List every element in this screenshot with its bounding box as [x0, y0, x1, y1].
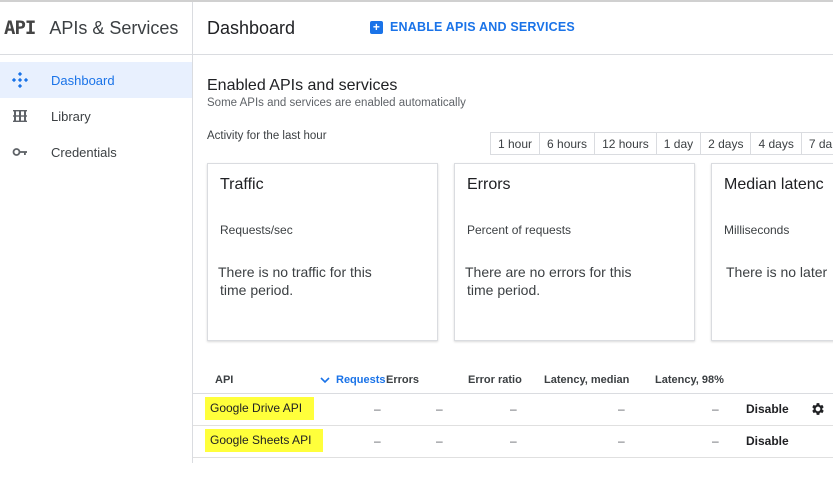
card-title: Traffic [220, 176, 264, 193]
card-title: Errors [467, 176, 511, 193]
table-row: Google Drive API – – – – – Disable [193, 394, 833, 426]
dashboard-icon [10, 72, 30, 88]
sidebar-item-library[interactable]: Library [0, 98, 192, 134]
latency-card: Median latenc Milliseconds There is no l… [711, 163, 833, 341]
disable-button[interactable]: Disable [746, 434, 789, 448]
brand-bar: API APIs & Services [0, 2, 192, 55]
api-name-link[interactable]: Google Sheets API [205, 429, 324, 452]
traffic-card: Traffic Requests/sec There is no traffic… [207, 163, 438, 341]
card-message-line: There is no later [726, 264, 828, 280]
card-message-line: time period. [467, 282, 541, 298]
column-header-label: Requests [336, 374, 386, 386]
table-row: Google Sheets API – – – – – Disable [193, 426, 833, 458]
time-range-12-hours[interactable]: 12 hours [595, 132, 657, 155]
latency-median-cell: – [618, 434, 625, 448]
card-subtitle: Milliseconds [724, 223, 790, 237]
requests-cell: – [374, 402, 381, 416]
time-range-1-hour[interactable]: 1 hour [490, 132, 541, 155]
card-message-line: There are no errors for this [465, 264, 632, 280]
time-range-4-days[interactable]: 4 days [751, 132, 802, 155]
sidebar-nav: Dashboard Library Credentials [0, 62, 192, 170]
bottom-margin [0, 463, 833, 481]
disable-button[interactable]: Disable [746, 402, 789, 416]
card-message-line: There is no traffic for this [218, 264, 372, 280]
api-logo: API [4, 17, 36, 39]
sidebar-item-label: Credentials [51, 144, 117, 160]
card-empty-message: There is no traffic for this time period… [218, 263, 418, 299]
sidebar-item-dashboard[interactable]: Dashboard [0, 62, 192, 98]
time-range-6-hours[interactable]: 6 hours [540, 132, 596, 155]
time-range-7-days[interactable]: 7 da [801, 132, 833, 155]
column-header-errors[interactable]: Errors [386, 374, 419, 386]
column-header-error-ratio[interactable]: Error ratio [468, 374, 522, 386]
card-subtitle: Requests/sec [220, 223, 293, 237]
api-name-link[interactable]: Google Drive API [205, 397, 315, 420]
card-subtitle: Percent of requests [467, 223, 572, 237]
sort-down-icon [320, 377, 330, 384]
errors-cell: – [436, 402, 443, 416]
time-range-selector: 1 hour 6 hours 12 hours 1 day 2 days 4 d… [490, 132, 833, 155]
card-empty-message: There are no errors for this time period… [465, 263, 665, 299]
plus-icon: + [370, 20, 383, 34]
errors-card: Errors Percent of requests There are no … [454, 163, 695, 341]
section-subtitle: Some APIs and services are enabled autom… [207, 97, 466, 109]
enable-apis-label: ENABLE APIS AND SERVICES [390, 20, 575, 34]
column-header-latency-median[interactable]: Latency, median [544, 374, 629, 386]
section-title: Enabled APIs and services [207, 77, 398, 94]
page-header: Dashboard + ENABLE APIS AND SERVICES [193, 2, 833, 55]
card-title: Median latenc [724, 176, 824, 193]
error-ratio-cell: – [510, 434, 517, 448]
api-table-header: API Requests Errors Error ratio Latency,… [193, 369, 833, 394]
card-empty-message: There is no later [726, 263, 833, 281]
time-range-1-day[interactable]: 1 day [656, 132, 702, 155]
column-header-latency-98[interactable]: Latency, 98% [655, 374, 724, 386]
card-message-line: time period. [220, 282, 294, 298]
activity-label: Activity for the last hour [207, 130, 327, 142]
enable-apis-button[interactable]: + ENABLE APIS AND SERVICES [370, 20, 575, 34]
error-ratio-cell: – [510, 402, 517, 416]
sidebar-item-label: Library [51, 108, 91, 124]
time-range-2-days[interactable]: 2 days [701, 132, 752, 155]
sidebar-item-label: Dashboard [51, 72, 115, 88]
page-title: Dashboard [207, 17, 296, 38]
column-header-api: API [215, 374, 234, 386]
gear-icon[interactable] [810, 401, 826, 420]
product-title: APIs & Services [49, 17, 179, 38]
latency-98-cell: – [712, 434, 719, 448]
key-icon [10, 144, 30, 160]
library-icon [10, 108, 30, 124]
sidebar-item-credentials[interactable]: Credentials [0, 134, 192, 170]
errors-cell: – [436, 434, 443, 448]
latency-98-cell: – [712, 402, 719, 416]
latency-median-cell: – [618, 402, 625, 416]
column-header-requests[interactable]: Requests [320, 374, 386, 386]
requests-cell: – [374, 434, 381, 448]
